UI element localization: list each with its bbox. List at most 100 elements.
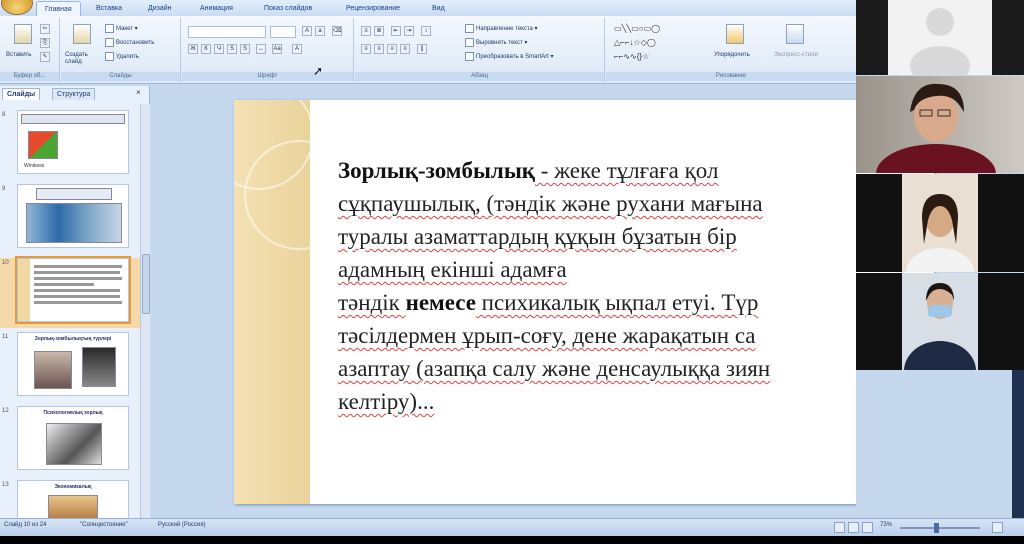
fit-to-window-icon[interactable]	[992, 522, 1003, 533]
text-direction-button[interactable]: Направление текста ▾	[465, 24, 538, 33]
numbering-icon[interactable]: ≣	[374, 26, 384, 36]
slides-scrollbar[interactable]	[140, 104, 150, 518]
justify-icon[interactable]: ≡	[400, 44, 410, 54]
scrollbar-thumb[interactable]	[142, 254, 150, 314]
shapes-gallery-row2-icon[interactable]: △⌐⌐↓☆◇◯	[614, 38, 656, 48]
align-center-icon[interactable]: ≡	[374, 44, 384, 54]
slide-thumb-9[interactable]: 9	[0, 184, 140, 254]
current-slide[interactable]: Зорлық-зомбылық - жеке тұлғаға қол сұқпау…	[234, 100, 934, 504]
cut-icon[interactable]: ✂	[40, 24, 50, 34]
thumb-title-bar	[21, 114, 125, 124]
paste-button[interactable]: Вставить	[6, 52, 31, 58]
columns-icon[interactable]: ∥	[417, 44, 427, 54]
zoom-slider[interactable]	[900, 527, 980, 529]
new-slide-button[interactable]: Создать слайд	[65, 52, 101, 66]
thumb-text-line	[34, 289, 120, 292]
change-case-icon[interactable]: Aa	[272, 44, 282, 54]
align-left-icon[interactable]: ≡	[361, 44, 371, 54]
arrange-button[interactable]: Упорядочить	[714, 52, 750, 58]
clipboard-group: Вставить ✂ ⎘ ✎ Буфер об...	[0, 18, 60, 82]
smartart-label: Преобразовать в SmartArt	[476, 54, 549, 61]
slide-thumb-12[interactable]: 12 Психологиялық зорлық	[0, 406, 140, 476]
slide-thumb-10[interactable]: 10	[0, 258, 140, 328]
drawing-group-label: Рисование	[606, 72, 856, 81]
format-painter-icon[interactable]: ✎	[40, 52, 50, 62]
text-run: - жеке тұлғаға қол	[535, 158, 719, 183]
italic-icon[interactable]: К	[201, 44, 211, 54]
grow-font-icon[interactable]: A	[302, 26, 312, 36]
tab-view[interactable]: Вид	[424, 1, 453, 16]
slide-thumbnail	[17, 258, 129, 322]
thumb-image-label: Windows	[24, 163, 45, 169]
tab-review[interactable]: Рецензирование	[338, 1, 408, 16]
copy-icon[interactable]: ⎘	[40, 38, 50, 48]
underline-icon[interactable]: Ч	[214, 44, 224, 54]
shapes-gallery-icon[interactable]: ▭╲╲▭○▭◯	[614, 24, 660, 34]
slide-text-line: тәндік немесе психикалық ықпал етуі. Түр	[338, 286, 934, 319]
quick-styles-icon	[786, 24, 804, 44]
slide-number: 8	[2, 112, 6, 118]
slide-text-line: азаптау (азапқа салу және денсаулыққа зи…	[338, 352, 934, 385]
increase-indent-icon[interactable]: ⇥	[404, 26, 414, 36]
slide-thumb-8[interactable]: 8 Windows	[0, 110, 140, 180]
mouse-cursor-icon: ➚	[313, 64, 324, 78]
participant-video-feed	[856, 76, 1024, 173]
font-group: A a ⌫ Ж К Ч S S ↔ Aa A Шрифт	[182, 18, 354, 82]
zoom-slider-knob[interactable]	[934, 523, 939, 533]
font-color-icon[interactable]: A	[292, 44, 302, 54]
layout-label: Макет	[116, 26, 133, 33]
char-spacing-icon[interactable]: ↔	[256, 44, 266, 54]
slide-thumb-11[interactable]: 11 Зорлық-зомбылықтың түрлері	[0, 332, 140, 402]
tab-slides[interactable]: Слайды	[2, 88, 41, 100]
line-spacing-icon[interactable]: ↕	[421, 26, 431, 36]
clear-format-icon[interactable]: ⌫	[332, 26, 342, 36]
align-text-icon	[465, 38, 474, 47]
bold-icon[interactable]: Ж	[188, 44, 198, 54]
layout-button[interactable]: Макет ▾	[105, 24, 138, 33]
status-bar: Слайд 10 из 24 "Солнцестояние" Русский (…	[0, 518, 1024, 536]
slide-number: 9	[2, 186, 6, 192]
text-run: сұқпаушылық, (тәндік және рухани мағына	[338, 191, 763, 216]
strikethrough-icon[interactable]: S	[227, 44, 237, 54]
close-panel-icon[interactable]: ×	[136, 88, 141, 97]
tab-insert[interactable]: Вставка	[88, 1, 130, 16]
decrease-indent-icon[interactable]: ⇤	[391, 26, 401, 36]
smartart-button[interactable]: Преобразовать в SmartArt ▾	[465, 52, 553, 61]
reset-icon	[105, 38, 114, 47]
zoom-level[interactable]: 73%	[880, 522, 892, 528]
tab-slideshow[interactable]: Показ слайдов	[256, 1, 320, 16]
office-button[interactable]	[2, 0, 32, 14]
font-family-combo[interactable]	[188, 26, 266, 38]
tab-home[interactable]: Главная	[36, 1, 81, 16]
slide-thumb-13[interactable]: 13 Экономикалық	[0, 480, 140, 518]
thumb-photo	[26, 203, 122, 243]
slide-body-text[interactable]: Зорлық-зомбылық - жеке тұлғаға қол сұқпау…	[338, 154, 934, 418]
tab-design[interactable]: Дизайн	[140, 1, 180, 16]
language-indicator[interactable]: Русский (Россия)	[158, 522, 206, 528]
delete-slide-button[interactable]: Удалить	[105, 52, 139, 61]
align-text-button[interactable]: Выровнять текст ▾	[465, 38, 527, 47]
slide-text-line: тәсілдермен ұрып-соғу, дене жарақатын са	[338, 319, 934, 352]
quick-styles-button[interactable]: Экспресс-стили	[774, 52, 818, 58]
thumb-title: Зорлық-зомбылықтың түрлері	[34, 336, 112, 342]
slideshow-view-icon[interactable]	[862, 522, 873, 533]
normal-view-icon[interactable]	[834, 522, 845, 533]
theme-name: "Солнцестояние"	[80, 522, 128, 528]
shapes-gallery-row3-icon[interactable]: ⌐⌐∿∿{}☆	[614, 52, 649, 62]
slide-sorter-view-icon[interactable]	[848, 522, 859, 533]
tab-outline[interactable]: Структура	[52, 88, 96, 100]
shadow-icon[interactable]: S	[240, 44, 250, 54]
shrink-font-icon[interactable]: a	[315, 26, 325, 36]
thumb-text-line	[34, 271, 120, 274]
align-right-icon[interactable]: ≡	[387, 44, 397, 54]
slides-panel: Слайды Структура × 8 Windows 9 10 11 Зор…	[0, 86, 150, 518]
font-size-combo[interactable]	[270, 26, 296, 38]
slide-number: 13	[2, 482, 9, 488]
bullets-icon[interactable]: ≡	[361, 26, 371, 36]
paragraph-group-label: Абзац	[355, 72, 604, 81]
text-run: адамның екінші адамға	[338, 257, 567, 282]
tab-animation[interactable]: Анимация	[192, 1, 241, 16]
text-run: азаптау (азапқа салу және денсаулыққа зи…	[338, 356, 771, 381]
window-edge	[1012, 370, 1024, 518]
reset-button[interactable]: Восстановить	[105, 38, 154, 47]
